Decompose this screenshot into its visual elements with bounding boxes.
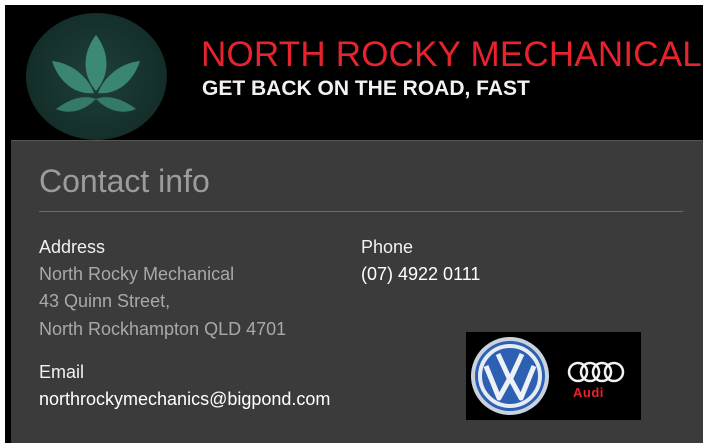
audi-logo-icon bbox=[567, 361, 625, 383]
address-label: Address bbox=[39, 237, 106, 257]
page-frame: NORTH ROCKY MECHANICAL GET BACK ON THE R… bbox=[5, 5, 703, 443]
email-link[interactable]: northrockymechanics@bigpond.com bbox=[39, 389, 330, 410]
phone-link[interactable]: (07) 4922 0111 bbox=[361, 264, 480, 285]
lotus-icon bbox=[26, 13, 167, 140]
brand-logos: Audi bbox=[466, 332, 641, 420]
address-line: 43 Quinn Street, bbox=[39, 291, 171, 311]
address-line: North Rockhampton QLD 4701 bbox=[39, 319, 287, 339]
divider bbox=[39, 211, 683, 212]
contact-panel: Contact info Address North Rocky Mechani… bbox=[11, 140, 703, 443]
site-header: NORTH ROCKY MECHANICAL GET BACK ON THE R… bbox=[5, 5, 703, 140]
site-title: NORTH ROCKY MECHANICAL bbox=[201, 35, 702, 74]
email-label: Email bbox=[39, 362, 85, 382]
phone-label: Phone bbox=[361, 237, 414, 257]
address-line: North Rocky Mechanical bbox=[39, 264, 235, 284]
volkswagen-logo-icon bbox=[471, 337, 549, 415]
audi-wordmark: Audi bbox=[573, 385, 604, 400]
site-tagline: GET BACK ON THE ROAD, FAST bbox=[202, 77, 530, 100]
contact-heading: Contact info bbox=[39, 163, 210, 199]
